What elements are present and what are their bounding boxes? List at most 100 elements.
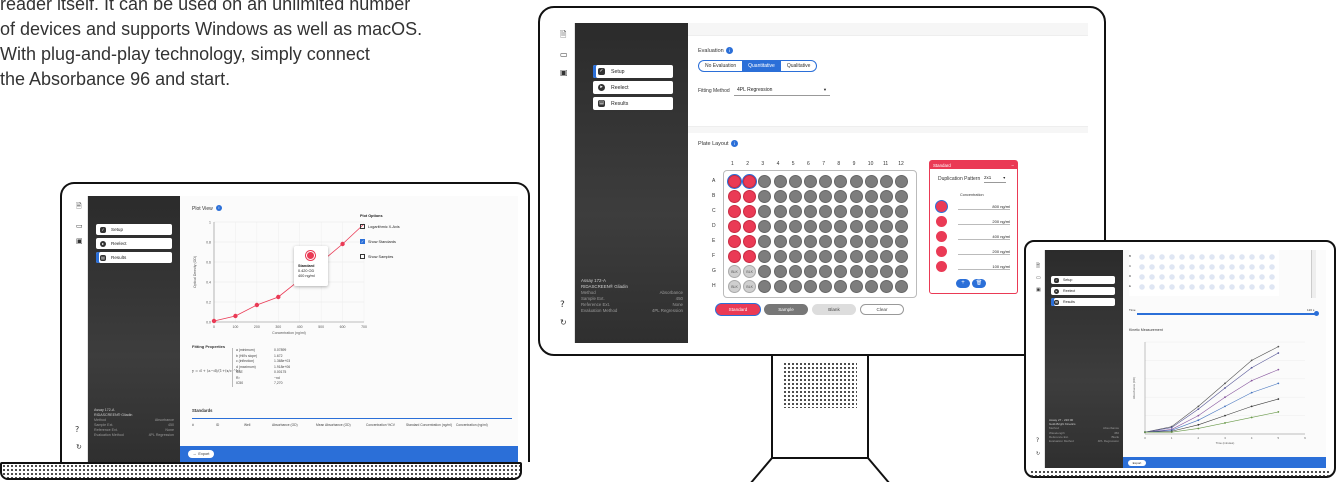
standard-button[interactable]: Standard: [716, 304, 760, 315]
plate-well[interactable]: [804, 205, 817, 218]
delete-standard-button[interactable]: 🗑: [972, 279, 986, 288]
concentration-value[interactable]: 800 ng/ml: [958, 204, 1010, 210]
plate-well[interactable]: [773, 265, 787, 278]
export-button[interactable]: → Export: [188, 450, 214, 458]
nav-setup[interactable]: ✓ Setup: [593, 65, 673, 78]
plate-well[interactable]: [864, 190, 878, 203]
concentration-value[interactable]: 200 ng/ml: [958, 249, 1010, 255]
save-icon[interactable]: ▣: [1036, 288, 1041, 293]
checkbox-checked-icon[interactable]: ✓: [360, 239, 365, 244]
plate-well[interactable]: BLK: [728, 265, 741, 278]
plate-well[interactable]: [880, 190, 893, 203]
time-slider[interactable]: [1137, 311, 1319, 316]
document-icon[interactable]: 🗎: [560, 31, 566, 39]
plate-well[interactable]: [773, 250, 787, 263]
plate-well[interactable]: [788, 235, 802, 248]
help-icon[interactable]: ?: [75, 426, 79, 434]
tablet-export-button[interactable]: Export: [1128, 460, 1146, 466]
folder-icon[interactable]: ▭: [76, 223, 83, 230]
nav-reelect[interactable]: ▸ Reelect: [593, 81, 673, 94]
checkbox-unchecked-icon[interactable]: [360, 254, 365, 259]
plate-well[interactable]: [804, 190, 817, 203]
plate-well[interactable]: [849, 280, 863, 293]
plate-well[interactable]: [849, 235, 863, 248]
plate-well[interactable]: [728, 190, 741, 203]
folder-icon[interactable]: ▭: [560, 51, 568, 59]
plate-well[interactable]: [804, 175, 817, 188]
plate-well[interactable]: [849, 205, 863, 218]
plate-well[interactable]: BLK: [728, 280, 741, 293]
document-icon[interactable]: 🗎: [76, 203, 82, 210]
plate-well[interactable]: [880, 175, 893, 188]
plate-well[interactable]: [728, 205, 741, 218]
concentration-row[interactable]: 200 ng/ml: [936, 216, 1014, 228]
plate-well[interactable]: [849, 250, 863, 263]
concentration-row[interactable]: 200 ng/ml: [936, 246, 1014, 258]
plate-well[interactable]: [849, 220, 863, 233]
plate-well[interactable]: [880, 250, 893, 263]
blank-button[interactable]: Blank: [812, 304, 856, 315]
eval-option-qualitative[interactable]: Qualitative: [781, 61, 817, 71]
eval-option-quantitative[interactable]: Quantitative: [742, 61, 781, 71]
nav-setup[interactable]: ✓ Setup: [1051, 276, 1115, 284]
plate-well[interactable]: [728, 235, 741, 248]
info-icon[interactable]: i: [726, 47, 733, 54]
plate-well[interactable]: [864, 280, 878, 293]
plate-well[interactable]: [804, 280, 817, 293]
plate-well[interactable]: [788, 190, 802, 203]
refresh-icon[interactable]: ↻: [76, 444, 82, 451]
concentration-row[interactable]: 800 ng/ml: [936, 201, 1014, 213]
concentration-value[interactable]: 100 ng/ml: [958, 264, 1010, 270]
concentration-row[interactable]: 100 ng/ml: [936, 261, 1014, 273]
collapse-icon[interactable]: –: [1012, 163, 1014, 168]
plate-well[interactable]: [880, 265, 893, 278]
plate-well[interactable]: [804, 265, 817, 278]
refresh-icon[interactable]: ↻: [1036, 452, 1040, 457]
document-icon[interactable]: 🗎: [1036, 264, 1040, 269]
plate-well[interactable]: [864, 175, 878, 188]
refresh-icon[interactable]: ↻: [560, 319, 567, 327]
plate-well[interactable]: [788, 250, 802, 263]
plate-well[interactable]: [864, 265, 878, 278]
plate-well[interactable]: [880, 280, 893, 293]
help-icon[interactable]: ?: [1036, 438, 1039, 444]
plate-well[interactable]: [864, 250, 878, 263]
plate-well[interactable]: [849, 190, 863, 203]
nav-results[interactable]: ▤ Results: [1051, 298, 1115, 306]
sample-button[interactable]: Sample: [764, 304, 808, 315]
plate-well[interactable]: [849, 175, 863, 188]
plate-well[interactable]: [788, 280, 802, 293]
nav-results[interactable]: ▤ Results: [96, 252, 172, 263]
plate-well[interactable]: [773, 190, 787, 203]
save-icon[interactable]: ▣: [560, 69, 568, 77]
plate-well[interactable]: [864, 205, 878, 218]
plate-well[interactable]: [864, 235, 878, 248]
plate-well[interactable]: [788, 205, 802, 218]
info-icon[interactable]: i: [216, 205, 222, 211]
plate-well[interactable]: [773, 220, 787, 233]
option-show-standards[interactable]: ✓ Show Standards: [360, 239, 420, 244]
plate-well[interactable]: [788, 175, 802, 188]
plate-well[interactable]: [773, 175, 787, 188]
save-icon[interactable]: ▣: [76, 238, 83, 245]
plate-well[interactable]: [804, 220, 817, 233]
slider-handle[interactable]: [1314, 311, 1319, 316]
plate-well[interactable]: [880, 235, 893, 248]
concentration-value[interactable]: 400 ng/ml: [958, 234, 1010, 240]
checkbox-unchecked-icon[interactable]: [360, 224, 365, 229]
plate-well[interactable]: [849, 265, 863, 278]
plate-well[interactable]: [804, 250, 817, 263]
plate-well[interactable]: [864, 220, 878, 233]
plate-well[interactable]: [728, 250, 741, 263]
nav-reelect[interactable]: ▸ Reelect: [96, 238, 172, 249]
plate-scrollbar[interactable]: [1311, 250, 1316, 298]
plate-well[interactable]: [804, 235, 817, 248]
plate-well[interactable]: [728, 175, 741, 188]
option-show-samples[interactable]: Show Samples: [360, 254, 420, 259]
help-icon[interactable]: ?: [560, 301, 565, 310]
plate-well[interactable]: [773, 205, 787, 218]
plate-well[interactable]: [773, 235, 787, 248]
fitting-method-select[interactable]: 4PL Regression ▼: [734, 84, 830, 96]
clear-button[interactable]: Clear: [860, 304, 904, 315]
plate-well[interactable]: [788, 265, 802, 278]
